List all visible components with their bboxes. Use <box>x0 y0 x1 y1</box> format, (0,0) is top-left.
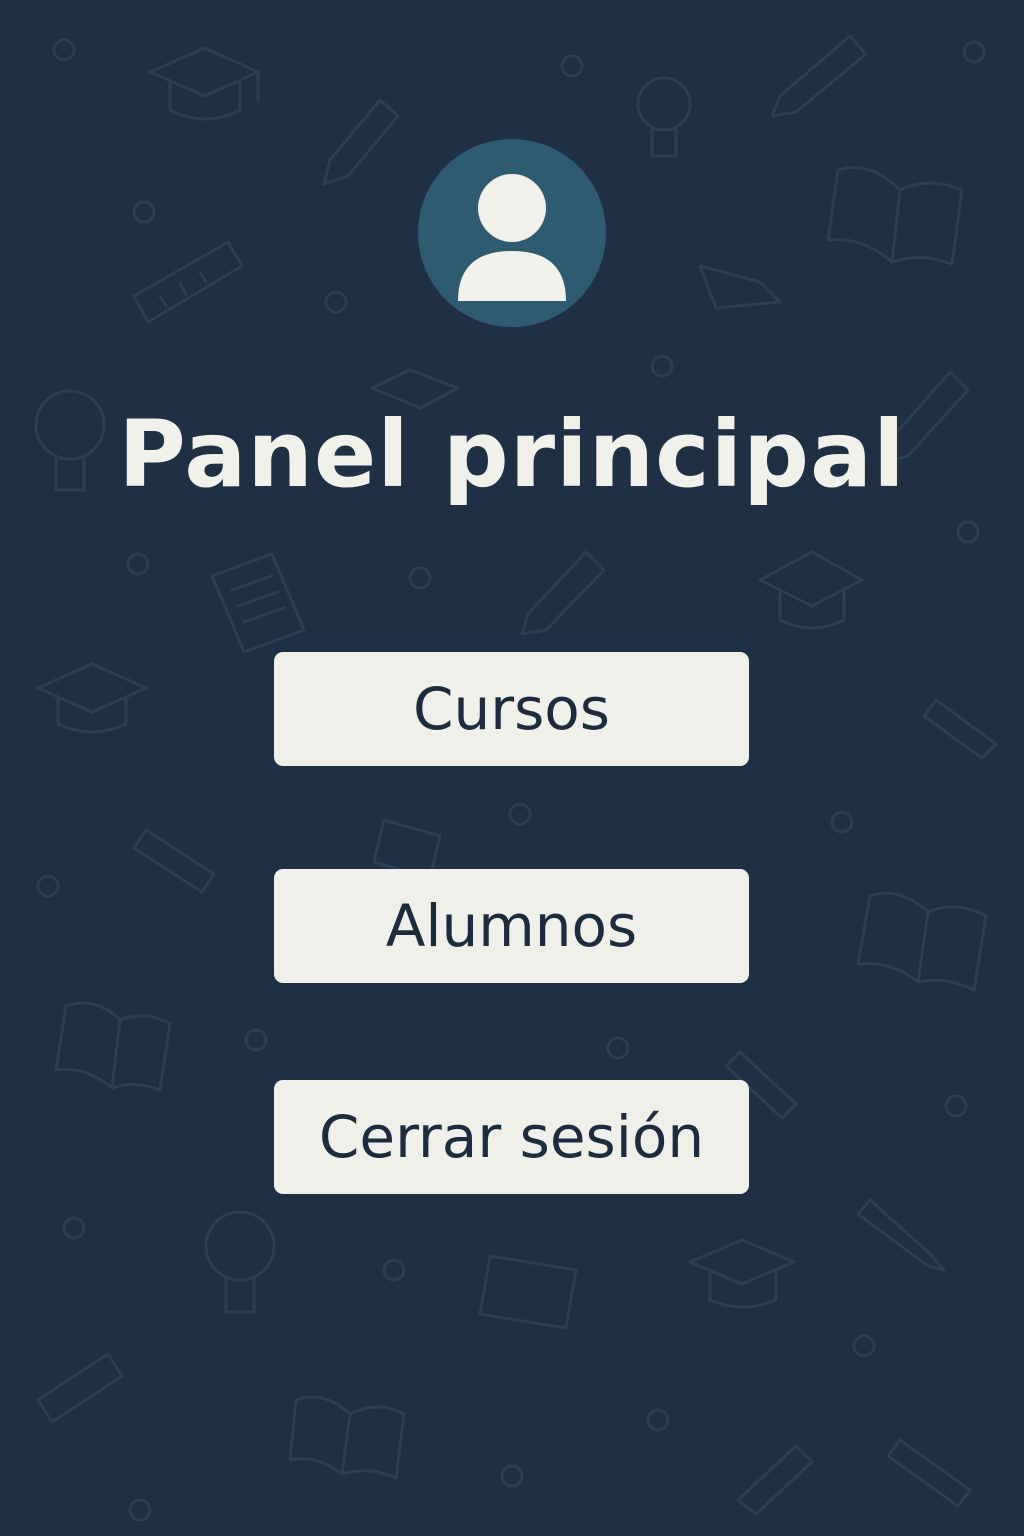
pencil-icon <box>770 34 868 118</box>
graduation-cap-icon <box>758 550 864 630</box>
pencil-icon <box>856 1198 946 1272</box>
pencil-icon <box>132 828 216 894</box>
document-icon <box>698 264 782 310</box>
page-title: Panel principal <box>118 401 906 508</box>
courses-button[interactable]: Cursos <box>274 652 749 766</box>
lightbulb-icon <box>204 1210 276 1314</box>
pencil-icon <box>886 1438 972 1508</box>
user-avatar-icon <box>458 174 566 301</box>
book-icon <box>856 891 988 992</box>
book-icon <box>288 1395 406 1480</box>
lightbulb-icon <box>636 76 692 158</box>
book-icon <box>826 166 964 266</box>
book-icon <box>54 1001 172 1092</box>
document-icon <box>478 1254 578 1330</box>
pencil-icon <box>520 550 606 636</box>
graduation-cap-icon <box>148 46 260 121</box>
graduation-cap-icon <box>36 662 148 734</box>
ruler-icon <box>132 240 244 324</box>
logout-button[interactable]: Cerrar sesión <box>274 1080 749 1194</box>
pencil-icon <box>736 1444 814 1516</box>
graduation-cap-icon <box>688 1238 796 1309</box>
avatar[interactable] <box>418 139 606 327</box>
pencil-icon <box>922 698 998 760</box>
pencil-icon <box>322 98 400 186</box>
students-button[interactable]: Alumnos <box>274 869 749 983</box>
ruler-icon <box>36 1352 124 1424</box>
document-icon <box>210 552 306 654</box>
